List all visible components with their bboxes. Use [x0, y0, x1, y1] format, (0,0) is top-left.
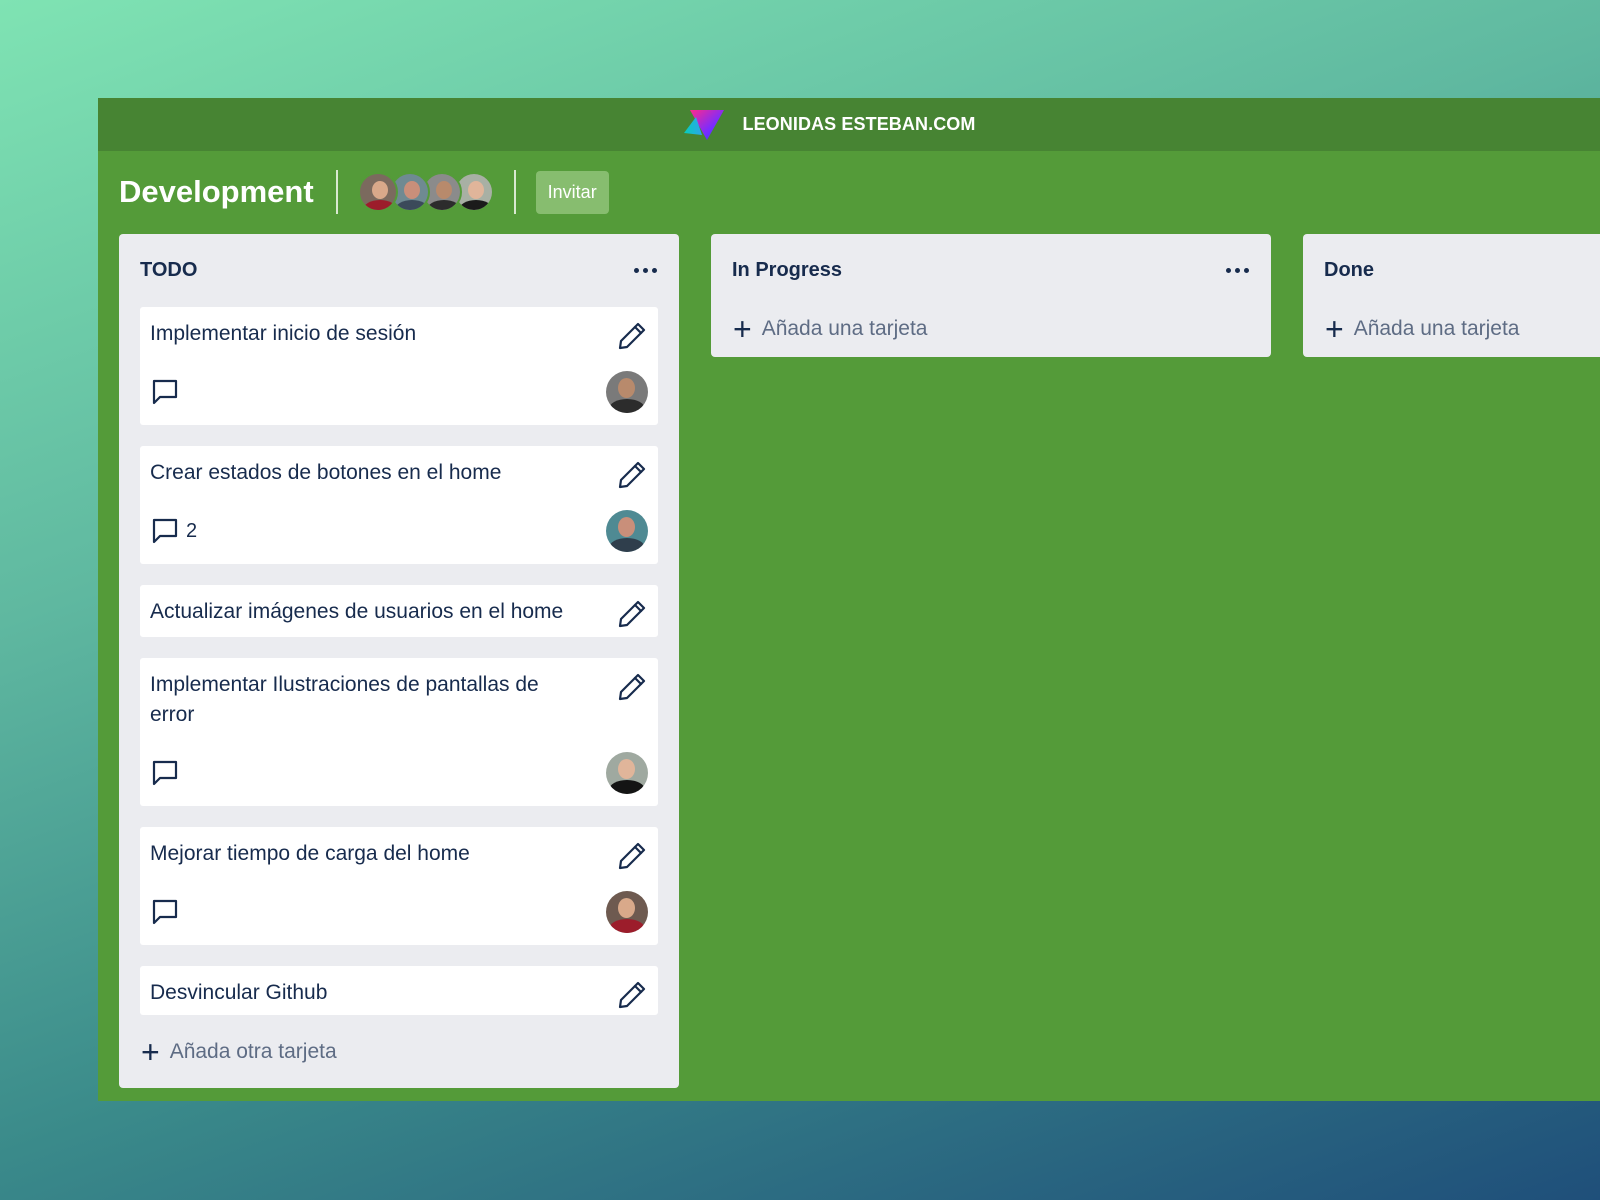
list-title[interactable]: TODO [140, 259, 197, 282]
more-options-icon[interactable] [1226, 268, 1249, 273]
card-title: Implementar Ilustraciones de pantallas d… [150, 673, 539, 726]
add-card-button[interactable]: + Añada una tarjeta [1303, 305, 1600, 357]
add-card-button[interactable]: + Añada otra tarjeta [119, 1015, 679, 1088]
list-title[interactable]: In Progress [732, 259, 842, 282]
plus-icon: + [733, 311, 752, 347]
pencil-icon[interactable] [616, 598, 648, 630]
plus-icon: + [141, 1033, 160, 1070]
card-list: Implementar inicio de sesión Crear estado… [119, 307, 679, 1015]
plus-icon: + [1325, 311, 1344, 347]
pencil-icon[interactable] [616, 320, 648, 352]
add-card-label: Añada una tarjeta [1353, 317, 1520, 340]
list-header: In Progress [711, 234, 1271, 307]
card-member-avatar[interactable] [606, 752, 648, 794]
board-lists: TODO Implementar inicio de sesión Crear e… [119, 234, 1600, 1088]
pencil-icon[interactable] [616, 979, 648, 1011]
pencil-icon[interactable] [616, 671, 648, 703]
card-member-avatar[interactable] [606, 371, 648, 413]
card-title: Crear estados de botones en el home [150, 461, 502, 484]
comments[interactable] [150, 758, 186, 788]
top-bar: LEONIDAS ESTEBAN.COM [98, 98, 1600, 151]
card[interactable]: Actualizar imágenes de usuarios en el ho… [140, 585, 658, 637]
card[interactable]: Crear estados de botones en el home 2 [140, 446, 658, 564]
list-todo: TODO Implementar inicio de sesión Crear e… [119, 234, 679, 1088]
header-divider [335, 170, 338, 214]
comment-icon [150, 758, 180, 788]
list-in-progress: In Progress + Añada una tarjeta [711, 234, 1271, 357]
card-footer [150, 371, 648, 413]
card-title: Mejorar tiempo de carga del home [150, 842, 470, 865]
card-title: Implementar inicio de sesión [150, 322, 417, 345]
list-header: TODO [119, 234, 679, 307]
card-member-avatar[interactable] [606, 891, 648, 933]
card-title: Desvincular Github [150, 981, 328, 1004]
card-footer: 2 [150, 510, 648, 552]
card[interactable]: Mejorar tiempo de carga del home [140, 827, 658, 945]
member-avatar[interactable] [357, 172, 398, 212]
invite-button[interactable]: Invitar [535, 170, 609, 214]
list-done: Done + Añada una tarjeta [1303, 234, 1600, 357]
pencil-icon[interactable] [616, 840, 648, 872]
card[interactable]: Implementar Ilustraciones de pantallas d… [140, 658, 658, 806]
card-title: Actualizar imágenes de usuarios en el ho… [150, 600, 564, 623]
pencil-icon[interactable] [616, 459, 648, 491]
comments[interactable]: 2 [150, 516, 197, 546]
comments[interactable] [150, 897, 186, 927]
brand[interactable]: LEONIDAS ESTEBAN.COM [682, 107, 975, 143]
header-divider [513, 170, 516, 214]
comment-icon [150, 516, 180, 546]
comments[interactable] [150, 377, 186, 407]
board-app: LEONIDAS ESTEBAN.COM Development Invitar… [98, 98, 1600, 1101]
card[interactable]: Desvincular Github [140, 966, 658, 1015]
card-member-avatar[interactable] [606, 510, 648, 552]
card-footer [150, 752, 648, 794]
triangle-logo-icon [684, 109, 725, 140]
add-card-label: Añada una tarjeta [761, 317, 928, 340]
list-header: Done [1303, 234, 1600, 307]
board-header: Development Invitar [98, 151, 1600, 233]
brand-name: LEONIDAS ESTEBAN.COM [742, 114, 976, 134]
board-title[interactable]: Development [119, 174, 314, 210]
add-card-button[interactable]: + Añada una tarjeta [711, 305, 1271, 357]
add-card-label: Añada otra tarjeta [169, 1039, 337, 1063]
card-footer [150, 891, 648, 933]
card[interactable]: Implementar inicio de sesión [140, 307, 658, 425]
comment-icon [150, 377, 180, 407]
comment-icon [150, 897, 180, 927]
board-members[interactable] [357, 172, 494, 212]
comment-count: 2 [186, 519, 198, 542]
list-title[interactable]: Done [1324, 259, 1374, 282]
more-options-icon[interactable] [634, 268, 657, 273]
